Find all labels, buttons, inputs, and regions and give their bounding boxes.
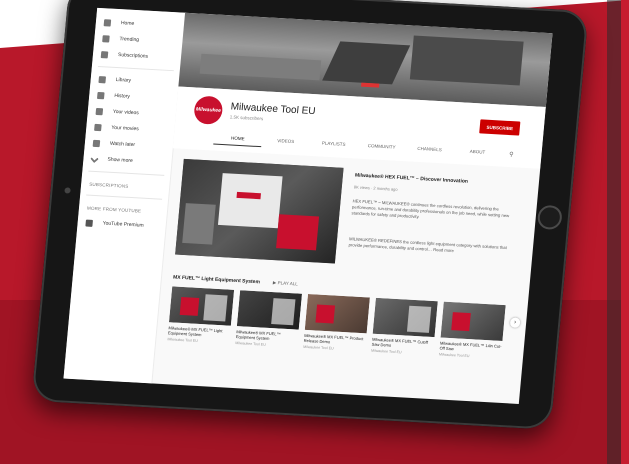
sidebar-item-label: Show more (107, 156, 134, 165)
tab-videos[interactable]: VIDEOS (261, 137, 310, 150)
movie-icon (94, 123, 102, 131)
featured-video-player[interactable] (175, 158, 344, 264)
thumbnail-image (271, 298, 296, 326)
clock-icon (92, 139, 101, 147)
subscriptions-heading: SUBSCRIPTIONS (88, 181, 129, 189)
video-icon (95, 107, 104, 115)
video-card[interactable]: Milwaukee® MX FUEL™ Product Release Demo… (303, 294, 370, 352)
sidebar-item-label: Trending (119, 36, 140, 44)
shelf-title[interactable]: MX FUEL™ Light Equipment System (173, 274, 260, 285)
youtube-icon (85, 219, 94, 227)
video-channel: Milwaukee Tool EU (235, 341, 266, 347)
video-card[interactable]: Milwaukee® MX FUEL™ Cutoff Saw Demo Milw… (370, 297, 438, 356)
banner-detail (409, 35, 524, 86)
divider (88, 170, 165, 176)
banner-detail (322, 41, 411, 85)
video-thumbnail[interactable] (236, 290, 303, 330)
thumbnail-image (315, 304, 336, 324)
thumbnail-image (451, 312, 471, 332)
video-card[interactable]: Milwaukee® MX FUEL™ Equipment System Mil… (235, 290, 303, 348)
subscriptions-icon (100, 50, 109, 58)
thumbnail-image (440, 301, 506, 341)
tab-channels[interactable]: CHANNELS (405, 145, 454, 158)
video-channel: Milwaukee Tool EU (167, 337, 199, 343)
play-all-button[interactable]: ▶ PLAY ALL (273, 280, 298, 287)
play-all-label: PLAY ALL (277, 280, 298, 287)
tablet-device: Home Trending Subscriptions Library Hist… (31, 0, 589, 430)
tab-home[interactable]: HOME (213, 134, 263, 148)
channel-avatar[interactable]: Milwaukee (193, 95, 224, 125)
background-stripe (607, 0, 621, 464)
subscriber-count: 1.5K subscribers (229, 114, 264, 122)
banner-detail (361, 82, 380, 88)
video-frame (217, 173, 283, 229)
history-icon (97, 91, 105, 99)
thumbnail-image (179, 296, 200, 316)
divider (97, 65, 174, 72)
video-thumbnail[interactable] (372, 297, 438, 338)
video-frame (182, 203, 216, 245)
video-thumbnail[interactable] (440, 301, 506, 341)
sidebar-item-label: Home (120, 20, 135, 27)
subscribe-button[interactable]: SUBSCRIBE (479, 119, 521, 136)
video-title[interactable]: Milwaukee® MX FUEL™ Cutoff Saw Demo (371, 337, 434, 350)
sidebar-item-label: Your movies (111, 124, 139, 133)
sidebar-item-label: YouTube Premium (102, 220, 144, 229)
home-icon (103, 18, 112, 27)
video-thumbnail[interactable] (304, 294, 370, 334)
video-frame (276, 214, 320, 251)
chevron-down-icon (90, 154, 99, 164)
search-icon[interactable]: ⚲ (501, 151, 522, 162)
sidebar-item-label: Watch later (109, 140, 136, 149)
video-card[interactable]: Milwaukee® MX FUEL™ Light Equipment Syst… (167, 286, 235, 344)
avatar-logo-text: Milwaukee (195, 106, 222, 114)
featured-video-description-more: MILWAUKEE® REDEFINES the cordless light … (348, 236, 508, 254)
featured-video-description: HEX FUEL™ – MILWAUKEE® continues the cor… (351, 198, 510, 220)
chevron-right-icon[interactable]: › (509, 317, 521, 328)
background-right-stripe (621, 0, 629, 464)
youtube-screen: Home Trending Subscriptions Library Hist… (63, 7, 553, 404)
sidebar-item-label: History (114, 92, 131, 100)
video-card[interactable]: Milwaukee® MX FUEL™ 14in Cut-Off Saw Mil… (438, 301, 506, 360)
video-thumbnail[interactable] (168, 286, 235, 326)
featured-video-meta: 8K views · 2 months ago (353, 184, 398, 192)
library-icon (98, 75, 107, 83)
video-title[interactable]: Milwaukee® MX FUEL™ Product Release Demo (304, 333, 367, 346)
tab-community[interactable]: COMMUNITY (357, 143, 406, 156)
channel-tabs: HOME VIDEOS PLAYLISTS COMMUNITY CHANNELS… (213, 134, 522, 162)
sidebar-item-label: Your videos (112, 108, 140, 117)
tab-playlists[interactable]: PLAYLISTS (309, 140, 358, 153)
video-frame (236, 191, 261, 200)
video-title[interactable]: Milwaukee® MX FUEL™ Equipment System (236, 329, 299, 342)
thumbnail-image (304, 294, 370, 334)
sidebar-item-label: Library (115, 76, 132, 84)
video-channel: Milwaukee Tool EU (303, 344, 334, 351)
video-channel: Milwaukee Tool EU (370, 348, 402, 355)
banner-detail (199, 53, 322, 81)
flame-icon (102, 34, 110, 43)
video-shelf: Milwaukee® MX FUEL™ Light Equipment Syst… (167, 286, 506, 360)
sidebar-item-label: Subscriptions (117, 52, 149, 60)
thumbnail-image (203, 294, 228, 322)
video-title[interactable]: Milwaukee® MX FUEL™ 14in Cut-Off Saw (439, 340, 502, 353)
divider (86, 194, 163, 200)
thumbnail-image (406, 305, 432, 333)
video-channel: Milwaukee Tool EU (438, 352, 470, 359)
tab-about[interactable]: ABOUT (453, 148, 502, 161)
video-title[interactable]: Milwaukee® MX FUEL™ Light Equipment Syst… (168, 325, 231, 338)
